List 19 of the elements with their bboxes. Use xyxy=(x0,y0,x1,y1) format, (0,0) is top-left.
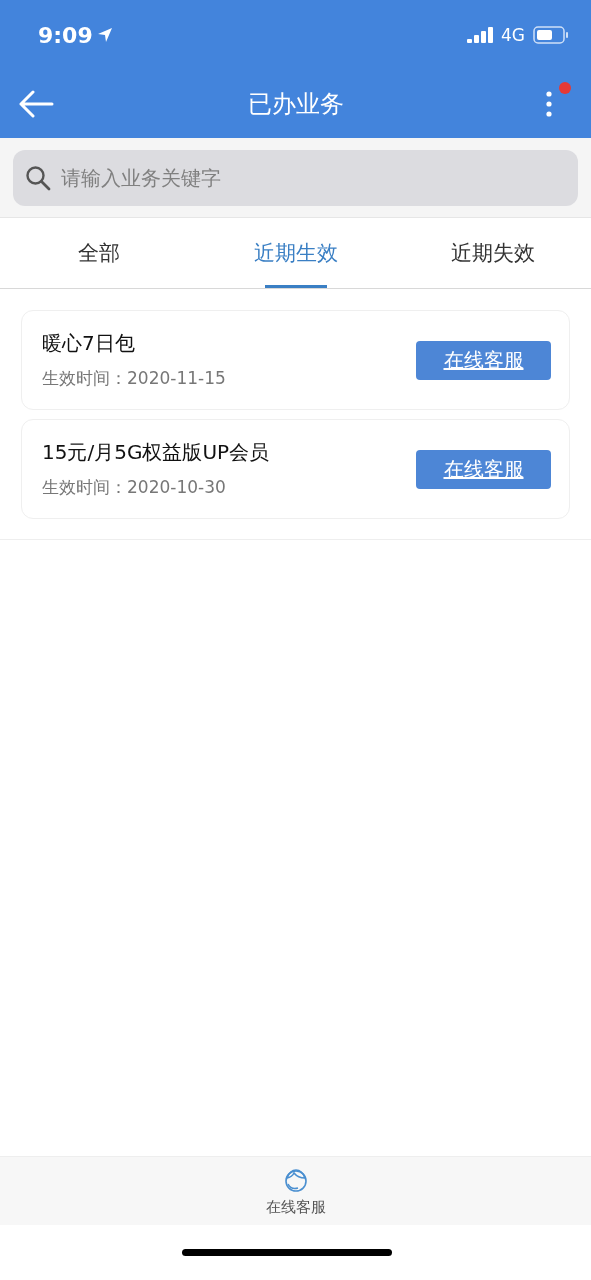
online-service-button[interactable]: 在线客服 xyxy=(416,340,551,380)
status-time: 9:09 xyxy=(38,22,93,48)
back-arrow-icon[interactable] xyxy=(18,90,54,118)
effective-date: 生效时间：2020-10-30 xyxy=(42,476,227,499)
service-name: 15元/月5G权益版UP会员 xyxy=(42,439,270,466)
search-field[interactable]: 请输入业务关键字 xyxy=(13,150,578,206)
network-label: 4G xyxy=(501,25,525,45)
online-service-button[interactable]: 在线客服 xyxy=(416,449,551,489)
tab[interactable]: 近期失效 xyxy=(394,218,591,288)
page-title: 已办业务 xyxy=(247,90,344,118)
battery-icon xyxy=(533,26,569,44)
online-service-link[interactable]: 在线客服 xyxy=(265,1197,326,1217)
more-menu-icon[interactable] xyxy=(546,91,552,117)
tab[interactable]: 全部 xyxy=(0,218,197,288)
location-arrow-icon xyxy=(96,27,113,43)
tab[interactable]: 近期生效 xyxy=(197,218,394,288)
service-name: 暖心7日包 xyxy=(42,330,136,357)
effective-date: 生效时间：2020-11-15 xyxy=(42,367,226,390)
signal-icon xyxy=(467,27,493,43)
